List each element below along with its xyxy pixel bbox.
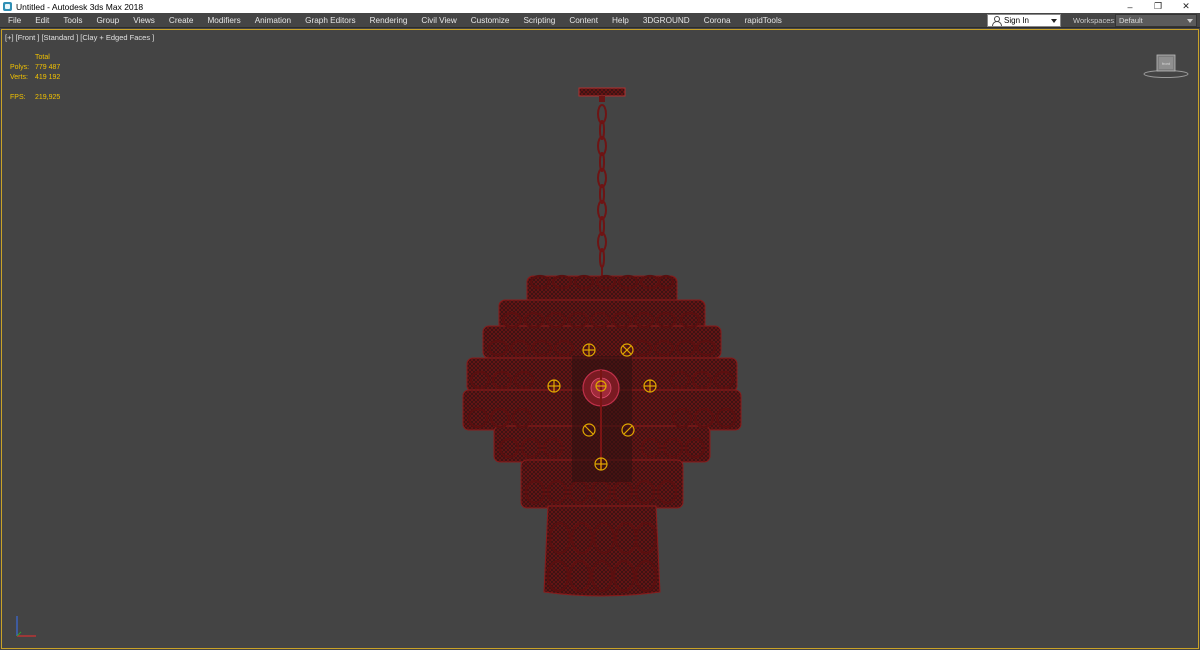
fps-label: FPS:: [10, 94, 26, 101]
menu-file[interactable]: File: [0, 13, 28, 28]
ceiling-canopy: [578, 87, 626, 97]
menu-group[interactable]: Group: [89, 13, 126, 28]
close-button[interactable]: ✕: [1172, 0, 1200, 13]
chain: [597, 104, 607, 276]
front-viewport[interactable]: [+] [Front ] [Standard ] [Clay + Edged F…: [1, 29, 1199, 649]
inner-hub: [572, 356, 632, 482]
window-title: Untitled - Autodesk 3ds Max 2018: [16, 1, 144, 12]
viewcube-face-label: front: [1162, 61, 1171, 66]
polys-value: 779 487: [35, 64, 61, 71]
menu-graph-editors[interactable]: Graph Editors: [298, 13, 363, 28]
viewcube-icon[interactable]: front: [1142, 52, 1190, 80]
menu-help[interactable]: Help: [605, 13, 636, 28]
title-bar: Untitled - Autodesk 3ds Max 2018 – ❐ ✕: [0, 0, 1200, 13]
verts-value: 419 192: [35, 74, 61, 81]
viewport-label[interactable]: [+] [Front ] [Standard ] [Clay + Edged F…: [5, 33, 154, 42]
menu-bar: File Edit Tools Group Views Create Modif…: [0, 13, 1200, 28]
menu-views[interactable]: Views: [126, 13, 162, 28]
axis-tripod-icon: [16, 616, 36, 637]
sign-in-label: Sign In: [1004, 16, 1029, 25]
menu-create[interactable]: Create: [162, 13, 201, 28]
app-icon: [3, 2, 12, 11]
polys-label: Polys:: [10, 64, 30, 71]
menu-animation[interactable]: Animation: [248, 13, 298, 28]
workspaces-select[interactable]: Default: [1115, 14, 1197, 27]
menu-content[interactable]: Content: [562, 13, 605, 28]
chandelier-wireframe: [462, 87, 742, 597]
statistics-overlay: Total Polys: 779 487 Verts: 419 192 FPS: 21…: [10, 53, 60, 103]
menu-scripting[interactable]: Scripting: [516, 13, 562, 28]
menu-modifiers[interactable]: Modifiers: [200, 13, 247, 28]
menu-customize[interactable]: Customize: [464, 13, 517, 28]
chevron-down-icon: [1187, 19, 1193, 23]
menu-rapidtools[interactable]: rapidTools: [738, 13, 789, 28]
workspaces-label: Workspaces:: [1073, 16, 1117, 25]
verts-label: Verts:: [10, 74, 28, 81]
menu-rendering[interactable]: Rendering: [363, 13, 415, 28]
stats-header: Total: [35, 54, 50, 61]
canopy-stem: [599, 96, 605, 102]
sign-in-dropdown[interactable]: Sign In: [987, 14, 1061, 27]
menu-3dground[interactable]: 3DGROUND: [636, 13, 697, 28]
user-icon: [991, 15, 1002, 26]
window-controls: – ❐ ✕: [1116, 0, 1200, 13]
minimize-button[interactable]: –: [1116, 0, 1144, 13]
menu-tools[interactable]: Tools: [56, 13, 89, 28]
restore-button[interactable]: ❐: [1144, 0, 1172, 13]
menu-civil-view[interactable]: Civil View: [414, 13, 463, 28]
workspaces-value: Default: [1119, 16, 1143, 25]
menu-edit[interactable]: Edit: [28, 13, 56, 28]
fps-value: 219,925: [35, 94, 61, 101]
chevron-down-icon: [1051, 19, 1057, 23]
menu-corona[interactable]: Corona: [697, 13, 738, 28]
